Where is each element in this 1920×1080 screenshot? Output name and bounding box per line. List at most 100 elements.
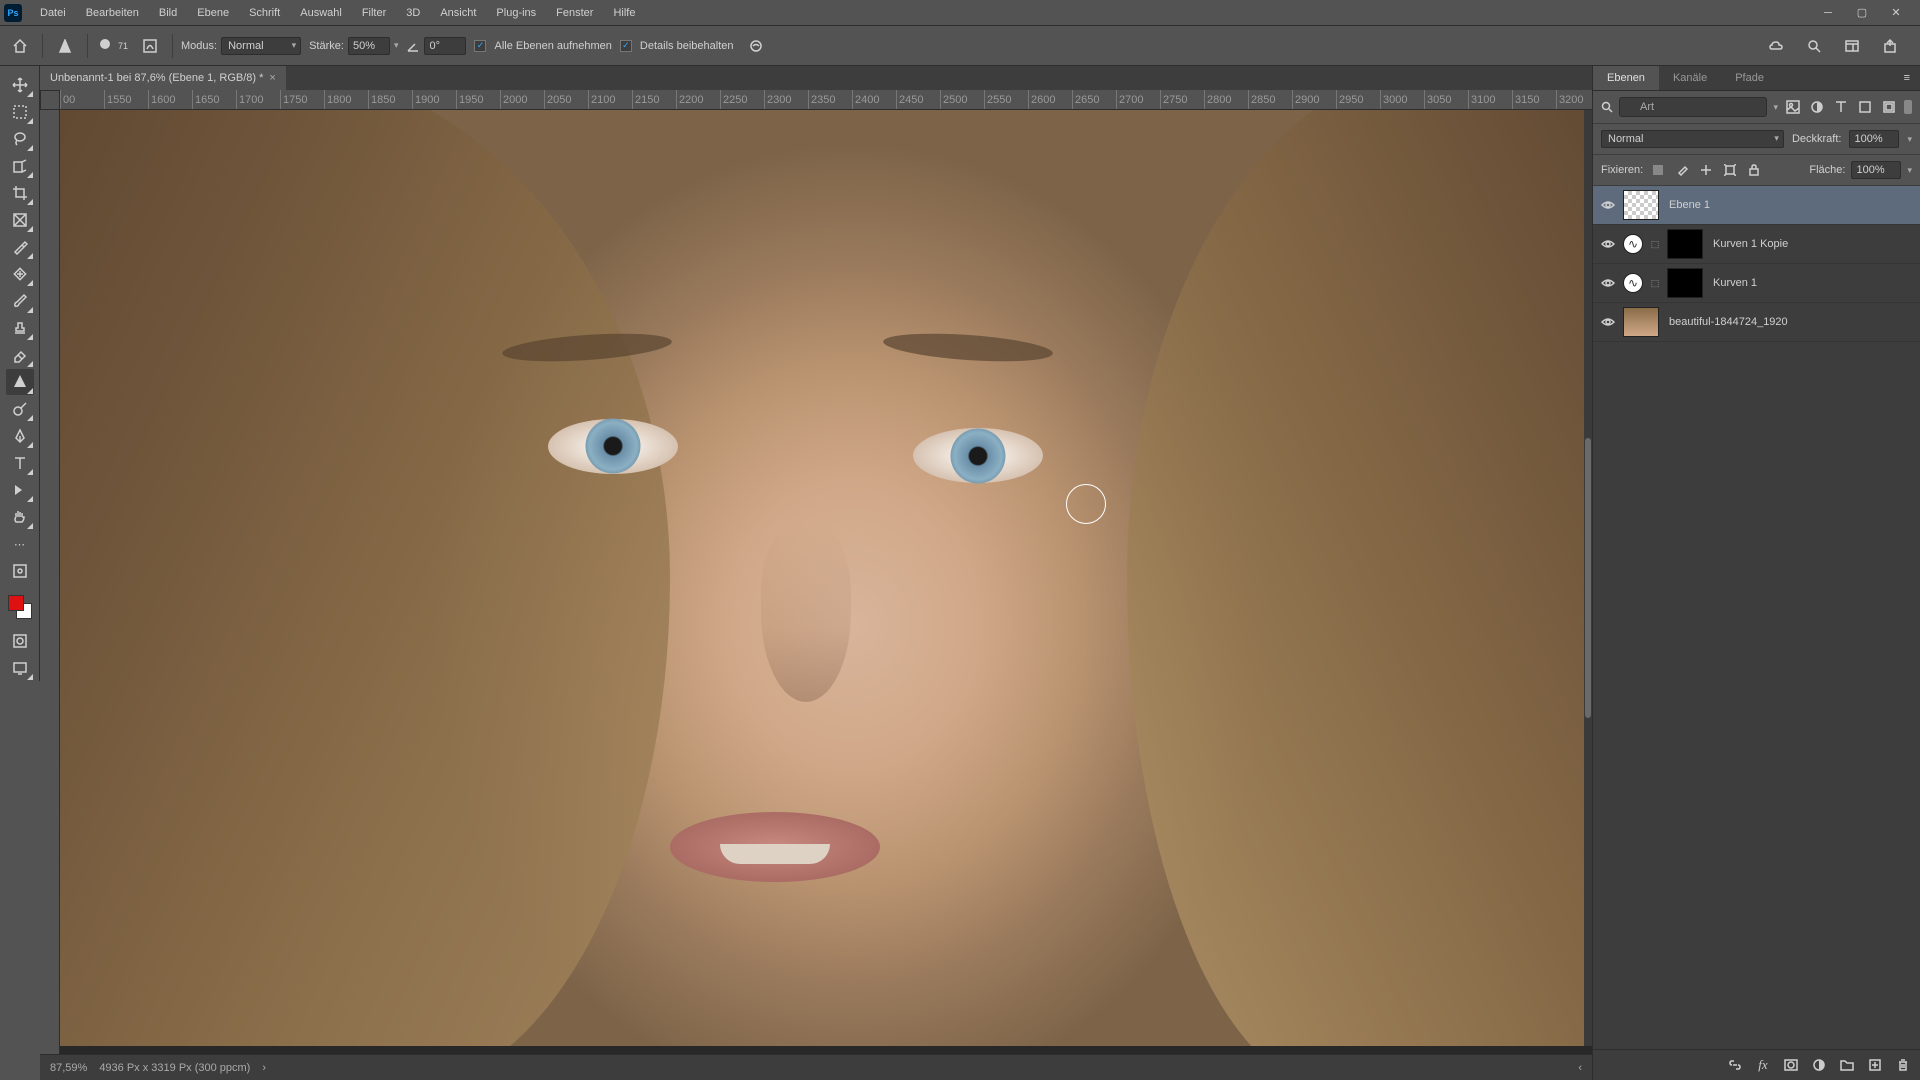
checkbox-icon[interactable] xyxy=(620,40,632,52)
brush-picker[interactable]: 71 xyxy=(96,37,128,55)
lock-position-icon[interactable] xyxy=(1697,161,1715,179)
filter-adjust-icon[interactable] xyxy=(1808,98,1826,116)
filter-smartobj-icon[interactable] xyxy=(1880,98,1898,116)
menu-item[interactable]: Auswahl xyxy=(290,3,352,23)
adjustment-layer-icon[interactable] xyxy=(1810,1056,1828,1074)
lock-pixels-icon[interactable] xyxy=(1649,161,1667,179)
link-icon[interactable]: ⬚ xyxy=(1649,276,1661,290)
tab-layers[interactable]: Ebenen xyxy=(1593,66,1659,90)
preserve-details[interactable]: Details beibehalten xyxy=(620,40,734,52)
chevron-right-icon[interactable]: › xyxy=(262,1062,266,1074)
link-layers-icon[interactable] xyxy=(1726,1056,1744,1074)
close-icon[interactable]: × xyxy=(269,72,275,84)
menu-item[interactable]: Datei xyxy=(30,3,76,23)
minimize-button[interactable]: ─ xyxy=(1816,4,1840,22)
menu-item[interactable]: Fenster xyxy=(546,3,603,23)
scrollbar-vertical[interactable] xyxy=(1584,110,1592,1046)
close-button[interactable]: ✕ xyxy=(1884,4,1908,22)
panel-menu-icon[interactable]: ≡ xyxy=(1894,66,1920,90)
ruler-horizontal[interactable]: 0015501600165017001750180018501900195020… xyxy=(60,90,1592,110)
filter-type-icon[interactable] xyxy=(1832,98,1850,116)
brush-tool[interactable] xyxy=(6,288,34,314)
layer-row[interactable]: beautiful-1844724_1920 xyxy=(1593,303,1920,342)
layer-thumbnail[interactable] xyxy=(1623,190,1659,220)
adjustment-icon[interactable] xyxy=(1623,234,1643,254)
menu-item[interactable]: Ansicht xyxy=(430,3,486,23)
layer-row[interactable]: Ebene 1 xyxy=(1593,186,1920,225)
path-tool[interactable] xyxy=(6,477,34,503)
document-tab[interactable]: Unbenannt-1 bei 87,6% (Ebene 1, RGB/8) *… xyxy=(40,66,286,90)
ruler-origin[interactable] xyxy=(40,90,60,110)
layer-filter-select[interactable]: Art xyxy=(1619,97,1767,117)
layer-name[interactable]: beautiful-1844724_1920 xyxy=(1665,316,1914,328)
workspace-icon[interactable] xyxy=(1838,32,1866,60)
menu-item[interactable]: Bearbeiten xyxy=(76,3,149,23)
filter-shape-icon[interactable] xyxy=(1856,98,1874,116)
blend-mode-select[interactable]: Normal xyxy=(1601,130,1784,148)
crop-tool[interactable] xyxy=(6,180,34,206)
blur-tool[interactable] xyxy=(6,369,34,395)
strength-input[interactable]: 50% xyxy=(348,37,390,55)
frame-tool[interactable] xyxy=(6,207,34,233)
more-tools[interactable]: ⋯ xyxy=(6,531,34,557)
lock-artboard-icon[interactable] xyxy=(1721,161,1739,179)
tab-channels[interactable]: Kanäle xyxy=(1659,66,1721,90)
lasso-tool[interactable] xyxy=(6,126,34,152)
canvas[interactable] xyxy=(60,110,1584,1046)
move-tool[interactable] xyxy=(6,72,34,98)
visibility-toggle[interactable] xyxy=(1599,313,1617,331)
eyedropper-tool[interactable] xyxy=(6,234,34,260)
marquee-tool[interactable] xyxy=(6,99,34,125)
mode-select[interactable]: Normal xyxy=(221,37,301,55)
color-swatches[interactable] xyxy=(6,593,34,621)
layer-row[interactable]: ⬚ Kurven 1 Kopie xyxy=(1593,225,1920,264)
visibility-toggle[interactable] xyxy=(1599,235,1617,253)
group-icon[interactable] xyxy=(1838,1056,1856,1074)
layer-style-icon[interactable]: fx xyxy=(1754,1056,1772,1074)
layer-thumbnail[interactable] xyxy=(1623,307,1659,337)
chevron-down-icon[interactable]: ▾ xyxy=(394,40,399,51)
visibility-toggle[interactable] xyxy=(1599,196,1617,214)
visibility-toggle[interactable] xyxy=(1599,274,1617,292)
menu-item[interactable]: Ebene xyxy=(187,3,239,23)
chevron-left-icon[interactable]: ‹ xyxy=(1578,1062,1582,1074)
type-tool[interactable] xyxy=(6,450,34,476)
checkbox-icon[interactable] xyxy=(474,40,486,52)
layer-row[interactable]: ⬚ Kurven 1 xyxy=(1593,264,1920,303)
dodge-tool[interactable] xyxy=(6,396,34,422)
menu-item[interactable]: 3D xyxy=(396,3,430,23)
maximize-button[interactable]: ▢ xyxy=(1850,4,1874,22)
adjustment-icon[interactable] xyxy=(1623,273,1643,293)
menu-item[interactable]: Filter xyxy=(352,3,396,23)
mask-thumbnail[interactable] xyxy=(1667,229,1703,259)
link-icon[interactable]: ⬚ xyxy=(1649,237,1661,251)
angle-input[interactable]: 0° xyxy=(424,37,466,55)
zoom-level[interactable]: 87,59% xyxy=(50,1062,87,1074)
layer-name[interactable]: Ebene 1 xyxy=(1665,199,1914,211)
lock-all-icon[interactable] xyxy=(1745,161,1763,179)
quickmask-icon[interactable] xyxy=(6,628,34,654)
screenmode-icon[interactable] xyxy=(6,655,34,681)
healing-tool[interactable] xyxy=(6,261,34,287)
pressure-icon[interactable] xyxy=(742,32,770,60)
foreground-color[interactable] xyxy=(8,595,24,611)
cloud-icon[interactable] xyxy=(1762,32,1790,60)
new-layer-icon[interactable] xyxy=(1866,1056,1884,1074)
share-icon[interactable] xyxy=(1876,32,1904,60)
filter-image-icon[interactable] xyxy=(1784,98,1802,116)
eraser-tool[interactable] xyxy=(6,342,34,368)
selection-tool[interactable] xyxy=(6,153,34,179)
hand-tool[interactable] xyxy=(6,504,34,530)
search-icon[interactable] xyxy=(1800,32,1828,60)
menu-item[interactable]: Bild xyxy=(149,3,187,23)
layer-name[interactable]: Kurven 1 Kopie xyxy=(1709,238,1914,250)
sample-all-layers[interactable]: Alle Ebenen aufnehmen xyxy=(474,40,611,52)
opacity-input[interactable]: 100% xyxy=(1849,130,1899,148)
tool-preset-icon[interactable] xyxy=(51,32,79,60)
document-info[interactable]: 4936 Px x 3319 Px (300 ppcm) xyxy=(99,1062,250,1074)
chevron-down-icon[interactable]: ▾ xyxy=(1907,134,1912,145)
home-icon[interactable] xyxy=(6,32,34,60)
menu-item[interactable]: Plug-ins xyxy=(486,3,546,23)
filter-toggle[interactable] xyxy=(1904,100,1912,114)
stamp-tool[interactable] xyxy=(6,315,34,341)
